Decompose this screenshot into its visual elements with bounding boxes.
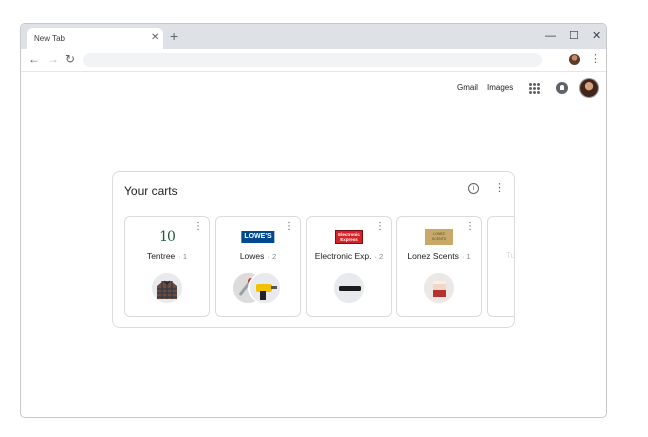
product-thumbnail <box>334 273 364 303</box>
card-merchant-label: Electronic Exp. · 2 <box>314 251 384 261</box>
card-menu-icon[interactable]: ⋮ <box>375 222 385 232</box>
electronic-express-logo: Electronic Express <box>335 230 363 244</box>
product-thumbnail <box>152 273 182 303</box>
forward-icon[interactable]: → <box>47 52 59 66</box>
carts-module: Your carts i ⋮ ⋮ 10 Tentree · 1 ⋮ LOWE'S… <box>112 171 515 328</box>
cart-card-lonez-scents[interactable]: ⋮ LONEZ SCENTS Lonez Scents · 1 <box>396 216 482 317</box>
browser-toolbar: ← → ↻ ⋮ <box>21 49 606 72</box>
carts-menu-icon[interactable]: ⋮ <box>494 182 505 194</box>
info-icon[interactable]: i <box>468 183 479 194</box>
gmail-link[interactable]: Gmail <box>457 83 478 92</box>
tab-close-icon[interactable]: ✕ <box>151 31 159 45</box>
account-avatar[interactable] <box>580 79 598 97</box>
new-tab-button[interactable]: + <box>170 28 178 44</box>
card-menu-icon[interactable]: ⋮ <box>284 222 294 232</box>
product-thumbnail <box>424 273 454 303</box>
cart-card-partial[interactable]: Tu <box>487 216 515 317</box>
browser-menu-icon[interactable]: ⋮ <box>590 53 601 65</box>
reload-icon[interactable]: ↻ <box>65 52 75 66</box>
back-icon[interactable]: ← <box>28 52 40 66</box>
notifications-icon[interactable] <box>556 82 568 94</box>
apps-grid-icon[interactable] <box>529 83 540 94</box>
browser-window: New Tab ✕ + — ☐ ✕ ← → ↻ ⋮ Gmail Images Y… <box>20 23 607 418</box>
card-merchant-label: Tentree · 1 <box>146 251 188 261</box>
lonez-scents-logo: LONEZ SCENTS <box>425 229 453 245</box>
images-link[interactable]: Images <box>487 83 513 92</box>
partial-card-hint: Tu <box>506 251 515 260</box>
card-merchant-label: Lonez Scents · 1 <box>407 251 471 261</box>
product-thumbnail <box>250 273 280 303</box>
close-window-icon[interactable]: ✕ <box>592 29 601 43</box>
lowes-logo: LOWE'S <box>241 230 275 244</box>
profile-icon[interactable] <box>569 54 580 65</box>
tab-strip: New Tab ✕ + — ☐ ✕ <box>21 24 606 49</box>
card-menu-icon[interactable]: ⋮ <box>193 222 203 232</box>
cart-card-tentree[interactable]: ⋮ 10 Tentree · 1 <box>124 216 210 317</box>
card-merchant-label: Lowes · 2 <box>239 251 277 261</box>
cart-card-lowes[interactable]: ⋮ LOWE'S Lowes · 2 <box>215 216 301 317</box>
cart-card-electronic-express[interactable]: ⋮ Electronic Express Electronic Exp. · 2 <box>306 216 392 317</box>
tab-new-tab[interactable]: New Tab ✕ <box>27 28 163 49</box>
card-menu-icon[interactable]: ⋮ <box>465 222 475 232</box>
carts-title: Your carts <box>124 184 178 198</box>
tab-title: New Tab <box>34 34 65 43</box>
address-bar[interactable] <box>83 53 542 67</box>
maximize-icon[interactable]: ☐ <box>569 29 579 43</box>
minimize-icon[interactable]: — <box>545 29 556 43</box>
tentree-logo: 10 <box>159 229 176 245</box>
